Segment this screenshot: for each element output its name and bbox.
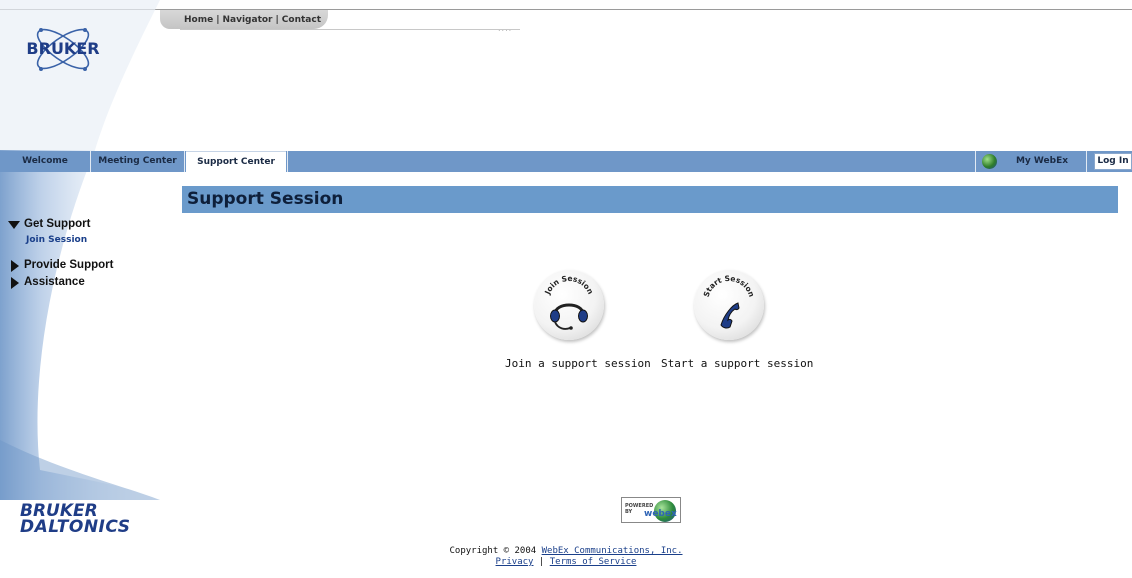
webex-wordmark: webex — [644, 509, 677, 519]
tab-welcome[interactable]: Welcome — [0, 151, 90, 172]
phone-icon: Start Session — [702, 274, 757, 329]
headset-icon: Join Session — [542, 274, 595, 330]
logo-text: BRUKER — [26, 39, 99, 58]
login-button[interactable]: Log In — [1094, 153, 1132, 170]
brand-line-2: DALTONICS — [20, 517, 131, 537]
svg-text:Join Session: Join Session — [542, 274, 595, 297]
start-session-button[interactable]: Start Session — [694, 270, 764, 340]
tab-support-center[interactable]: Support Center — [186, 151, 286, 172]
svg-text:Start Session: Start Session — [702, 274, 757, 298]
main-tab-bar: Welcome Meeting Center Support Center My… — [0, 151, 1132, 172]
footer: Copyright © 2004 WebEx Communications, I… — [0, 546, 1132, 568]
start-badge-text: Start Session — [702, 274, 757, 298]
page-title: Support Session — [187, 189, 344, 209]
join-session-button[interactable]: Join Session — [534, 270, 604, 340]
sidebar-item-label: Get Support — [24, 218, 91, 230]
sidebar-nav: Get Support Join Session Provide Support… — [8, 216, 178, 291]
nav-separator: | — [216, 15, 220, 25]
tab-meeting-center[interactable]: Meeting Center — [91, 151, 184, 172]
powered-line-2: BY — [625, 509, 633, 515]
triangle-right-icon — [11, 260, 19, 272]
footer-separator: | — [538, 557, 545, 567]
top-nav-dots: .... — [498, 24, 513, 33]
tab-divider — [184, 151, 185, 172]
my-webex-link[interactable]: My WebEx — [1003, 151, 1081, 172]
tab-divider — [287, 151, 288, 172]
copyright-line: Copyright © 2004 WebEx Communications, I… — [0, 546, 1132, 557]
sidebar-subitem-join-session[interactable]: Join Session — [8, 233, 178, 249]
top-nav-underline — [180, 29, 520, 30]
privacy-link[interactable]: Privacy — [496, 557, 534, 567]
start-session-label[interactable]: Start a support session — [661, 357, 813, 370]
bruker-daltonics-logo: BRUKER DALTONICS — [20, 503, 131, 537]
sidebar-item-assistance[interactable]: Assistance — [8, 274, 178, 291]
home-link[interactable]: Home — [184, 15, 213, 25]
powered-by-webex-badge[interactable]: POWERED BY webex — [621, 497, 681, 523]
sidebar-item-provide-support[interactable]: Provide Support — [8, 257, 178, 274]
terms-link[interactable]: Terms of Service — [550, 557, 637, 567]
copyright-text: Copyright © 2004 — [449, 546, 537, 556]
join-session-label[interactable]: Join a support session — [505, 357, 651, 370]
section-header: Support Session — [182, 186, 1118, 213]
sidebar-item-label: Assistance — [24, 276, 85, 288]
top-nav-links: Home | Navigator | Contact — [184, 15, 321, 25]
tab-divider — [1086, 151, 1087, 172]
join-badge-text: Join Session — [542, 274, 595, 297]
footer-links: Privacy | Terms of Service — [0, 557, 1132, 568]
contact-link[interactable]: Contact — [282, 15, 321, 25]
bruker-logo: BRUKER — [26, 28, 100, 71]
globe-icon — [982, 154, 997, 169]
tab-divider — [975, 151, 976, 172]
triangle-down-icon — [8, 221, 20, 229]
navigator-link[interactable]: Navigator — [223, 15, 273, 25]
triangle-right-icon — [11, 277, 19, 289]
webex-company-link[interactable]: WebEx Communications, Inc. — [542, 546, 683, 556]
nav-separator: | — [275, 15, 279, 25]
sidebar-item-label: Provide Support — [24, 259, 114, 271]
sidebar-item-get-support[interactable]: Get Support — [8, 216, 178, 233]
